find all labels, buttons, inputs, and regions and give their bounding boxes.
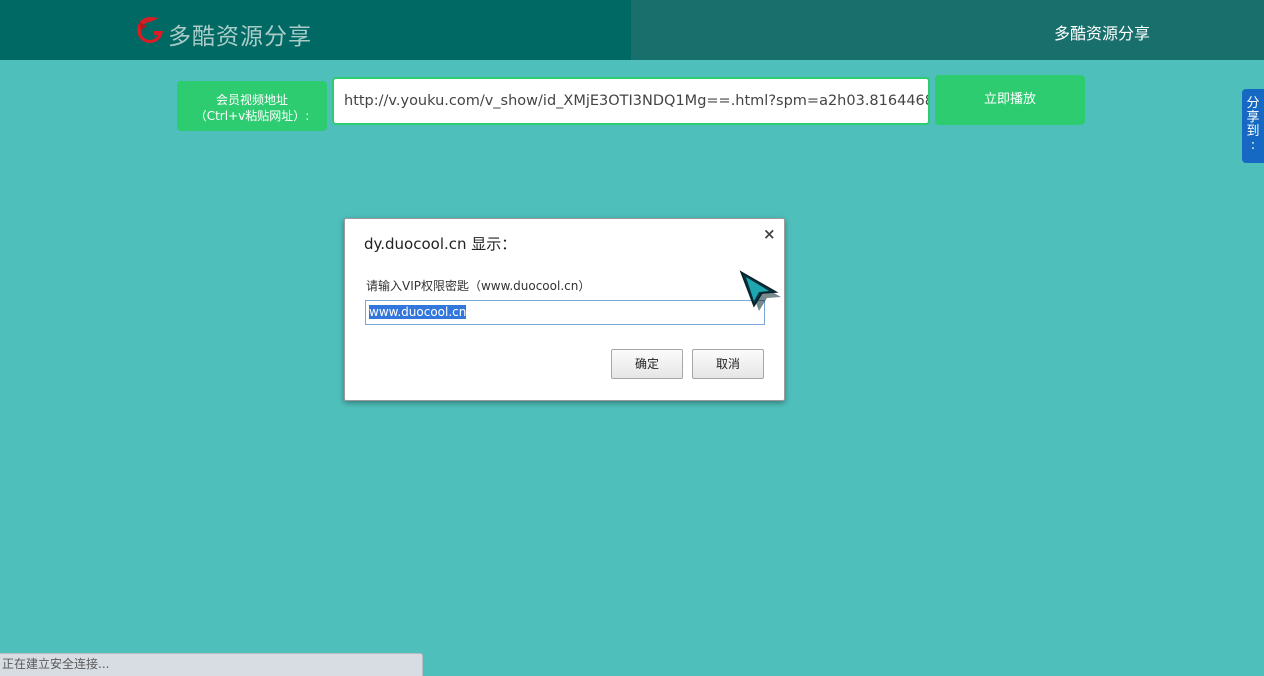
ok-button[interactable]: 确定	[611, 349, 683, 379]
dialog-message: 请输入VIP权限密匙（www.duocool.cn）	[366, 279, 591, 293]
share-tab-char: 到	[1246, 124, 1260, 139]
top-header: 多酷资源分享 多酷资源分享	[0, 0, 1264, 60]
vip-key-input-value: www.duocool.cn	[369, 305, 467, 319]
cancel-button[interactable]: 取消	[692, 349, 764, 379]
header-title[interactable]: 多酷资源分享	[1054, 20, 1150, 44]
dialog-title: dy.duocool.cn 显示：	[364, 235, 517, 253]
close-icon[interactable]: ×	[763, 225, 776, 243]
site-logo-text[interactable]: 多酷资源分享	[168, 17, 312, 51]
vip-key-input[interactable]: www.duocool.cn	[365, 300, 765, 325]
share-tab-char: :	[1250, 138, 1256, 153]
share-tab-char: 享	[1246, 110, 1260, 125]
video-url-label: 会员视频地址 （Ctrl+v粘贴网址）:	[177, 81, 327, 131]
play-now-button[interactable]: 立即播放	[935, 75, 1085, 125]
video-url-label-line2: （Ctrl+v粘贴网址）:	[194, 109, 310, 123]
duocool-logo-icon[interactable]	[133, 14, 167, 46]
status-bar: 正在建立安全连接...	[0, 653, 423, 676]
prompt-dialog: dy.duocool.cn 显示： × 请输入VIP权限密匙（www.duoco…	[344, 218, 785, 401]
share-to-tab[interactable]: 分 享 到 :	[1242, 89, 1264, 163]
header-left-panel: 多酷资源分享	[0, 0, 631, 60]
arrow-cursor-icon	[739, 270, 781, 311]
video-url-input[interactable]: http://v.youku.com/v_show/id_XMjE3OTI3ND…	[332, 77, 930, 125]
share-tab-char: 分	[1246, 96, 1260, 111]
video-url-label-line1: 会员视频地址	[215, 93, 288, 107]
